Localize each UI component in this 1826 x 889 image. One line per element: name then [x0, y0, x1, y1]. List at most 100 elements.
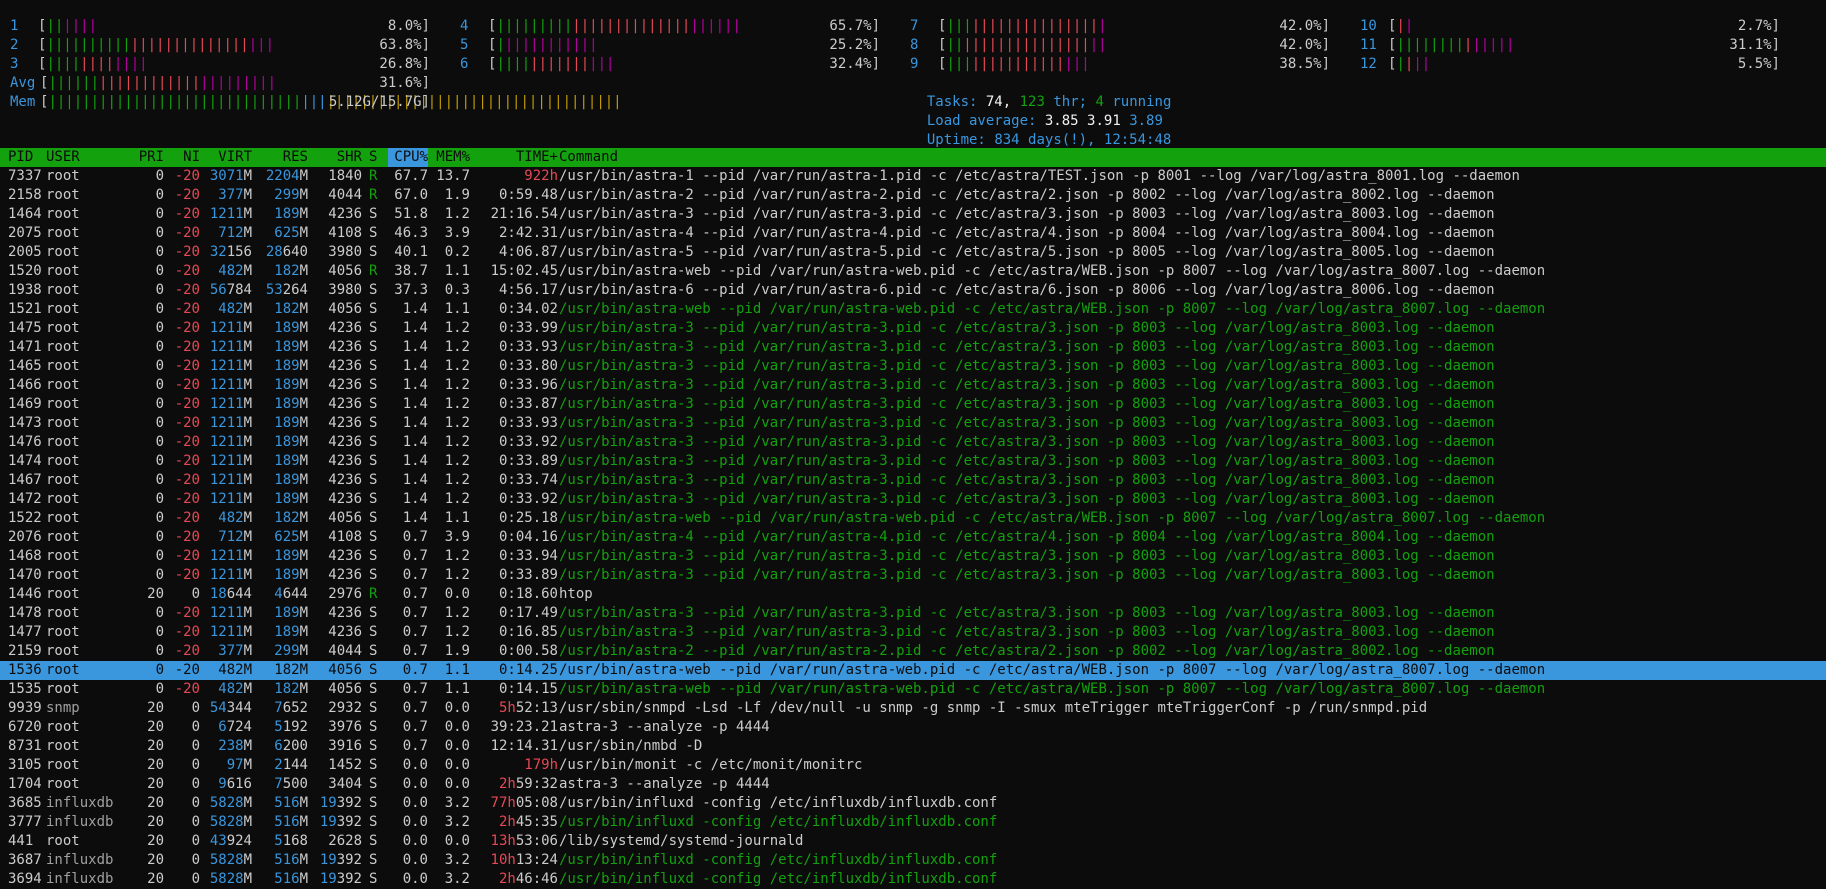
process-row[interactable]: 1536 root 0 -20 482M 182M 4056 S 0.7 1.1 0:14.25/u… — [0, 661, 1826, 680]
process-row[interactable]: 1465 root 0 -20 1211M 189M 4236 S 1.4 1.2 0:33.80/… — [0, 357, 1826, 376]
process-row[interactable]: 1704 root 20 0 9616 7500 3404 S 0.0 0.0 2h59:32 ast… — [0, 775, 1826, 794]
cell-res: 189M — [274, 358, 308, 374]
cell-shr: 4236 — [328, 415, 362, 431]
cell-mem: 1.2 — [444, 434, 470, 450]
cell-virt: 1211M — [209, 472, 252, 488]
process-row[interactable]: 3694 influxdb 20 0 5828M 516M 19392 S 0.0 3.2 2h46… — [0, 870, 1826, 889]
cell-ni: -20 — [174, 624, 200, 640]
tasks-line: Tasks: 74, 123 thr; 4 running — [910, 74, 1172, 110]
process-row[interactable]: 1470 root 0 -20 1211M 189M 4236 S 0.7 1.2 0:33.89/… — [0, 566, 1826, 585]
process-row[interactable]: 2159 root 0 -20 377M 299M 4044 S 0.7 1.9 0:00.58/u… — [0, 642, 1826, 661]
column-header-virt[interactable]: VIRT — [200, 148, 252, 167]
process-row[interactable]: 1473 root 0 -20 1211M 189M 4236 S 1.4 1.2 0:33.93/… — [0, 414, 1826, 433]
process-row[interactable]: 1476 root 0 -20 1211M 189M 4236 S 1.4 1.2 0:33.92/… — [0, 433, 1826, 452]
process-row[interactable]: 1474 root 0 -20 1211M 189M 4236 S 1.4 1.2 0:33.89/… — [0, 452, 1826, 471]
cell-cpu: 0.0 — [402, 852, 428, 868]
cell-pri: 0 — [155, 244, 164, 260]
cell-cmd: /usr/bin/influxd -config /etc/influxdb/i… — [559, 852, 998, 868]
column-header-pri[interactable]: PRI — [120, 148, 164, 167]
column-header-user[interactable]: USER — [46, 148, 126, 167]
process-row[interactable]: 3777 influxdb 20 0 5828M 516M 19392 S 0.0 3.2 2h45… — [0, 813, 1826, 832]
cell-cpu: 0.7 — [402, 567, 428, 583]
cell-cpu: 0.7 — [402, 719, 428, 735]
cell-pid: 6720 — [8, 719, 42, 735]
meter-5: 5 [|||||||||||| 25.2%] — [460, 36, 880, 55]
column-header-command[interactable]: Command — [559, 148, 1819, 167]
process-row[interactable]: 1464 root 0 -20 1211M 189M 4236 S 51.8 1.2 21:16.5… — [0, 205, 1826, 224]
column-header-shr[interactable]: SHR — [310, 148, 362, 167]
cell-mem: 0.0 — [444, 833, 470, 849]
column-header-time[interactable]: TIME+ — [472, 148, 558, 167]
cell-cpu: 0.0 — [402, 871, 428, 887]
process-row[interactable]: 7337 root 0 -20 3071M 2204M 1840 R 67.7 13.7 922h /… — [0, 167, 1826, 186]
cell-cpu: 0.7 — [402, 529, 428, 545]
process-row[interactable]: 1467 root 0 -20 1211M 189M 4236 S 1.4 1.2 0:33.74/… — [0, 471, 1826, 490]
cell-ni: -20 — [174, 567, 200, 583]
cell-user: root — [46, 472, 80, 488]
cell-s: S — [369, 700, 378, 716]
process-row[interactable]: 1477 root 0 -20 1211M 189M 4236 S 0.7 1.2 0:16.85/… — [0, 623, 1826, 642]
cell-time: 0:59.48 — [498, 187, 558, 203]
process-row[interactable]: 1466 root 0 -20 1211M 189M 4236 S 1.4 1.2 0:33.96/… — [0, 376, 1826, 395]
meter-2: 2 [||||||||||||||||||||||||||| 63.8%] — [10, 36, 430, 55]
process-row[interactable]: 2158 root 0 -20 377M 299M 4044 R 67.0 1.9 0:59.48/… — [0, 186, 1826, 205]
cell-pid: 1938 — [8, 282, 42, 298]
process-row[interactable]: 1468 root 0 -20 1211M 189M 4236 S 0.7 1.2 0:33.94/… — [0, 547, 1826, 566]
process-row[interactable]: 8731 root 20 0 238M 6200 3916 S 0.7 0.0 12:14.31/u… — [0, 737, 1826, 756]
process-row[interactable]: 1938 root 0 -20 56784 53264 3980 S 37.3 0.3 4:56.1… — [0, 281, 1826, 300]
process-row[interactable]: 2076 root 0 -20 712M 625M 4108 S 0.7 3.9 0:04.16/u… — [0, 528, 1826, 547]
cell-time: 0:33.87 — [498, 396, 558, 412]
cell-time: 15:02.45 — [490, 263, 558, 279]
process-row[interactable]: 1472 root 0 -20 1211M 189M 4236 S 1.4 1.2 0:33.92/… — [0, 490, 1826, 509]
cell-pid: 1471 — [8, 339, 42, 355]
process-row[interactable]: 9939 snmp 20 0 54344 7652 2932 S 0.7 0.0 5h52:13/u… — [0, 699, 1826, 718]
process-row[interactable]: 1522 root 0 -20 482M 182M 4056 S 1.4 1.1 0:25.18/u… — [0, 509, 1826, 528]
cell-cpu: 0.7 — [402, 700, 428, 716]
cell-pid: 1478 — [8, 605, 42, 621]
process-row[interactable]: 3685 influxdb 20 0 5828M 516M 19392 S 0.0 3.2 77h0… — [0, 794, 1826, 813]
cell-virt: 43924 — [209, 833, 252, 849]
column-header-s[interactable]: S — [369, 148, 381, 167]
process-row[interactable]: 1471 root 0 -20 1211M 189M 4236 S 1.4 1.2 0:33.93/… — [0, 338, 1826, 357]
process-row[interactable]: 1469 root 0 -20 1211M 189M 4236 S 1.4 1.2 0:33.87/… — [0, 395, 1826, 414]
process-row[interactable]: 1478 root 0 -20 1211M 189M 4236 S 0.7 1.2 0:17.49/… — [0, 604, 1826, 623]
cell-virt: 56784 — [209, 282, 252, 298]
process-row[interactable]: 2005 root 0 -20 32156 28640 3980 S 40.1 0.2 4:06.8… — [0, 243, 1826, 262]
cell-s: R — [369, 187, 378, 203]
cell-pid: 1466 — [8, 377, 42, 393]
cell-time: 0:33.92 — [498, 434, 558, 450]
cell-res: 299M — [274, 187, 308, 203]
column-header-cpu[interactable]: CPU% — [388, 148, 428, 167]
cell-virt: 6724 — [218, 719, 252, 735]
process-row[interactable]: 3687 influxdb 20 0 5828M 516M 19392 S 0.0 3.2 10h1… — [0, 851, 1826, 870]
cell-mem: 1.2 — [444, 453, 470, 469]
cell-ni: -20 — [174, 396, 200, 412]
process-row[interactable]: 1521 root 0 -20 482M 182M 4056 S 1.4 1.1 0:34.02/u… — [0, 300, 1826, 319]
cell-virt: 32156 — [209, 244, 252, 260]
process-row[interactable]: 1535 root 0 -20 482M 182M 4056 S 0.7 1.1 0:14.15/u… — [0, 680, 1826, 699]
process-row[interactable]: 441 root 20 0 43924 5168 2628 S 0.0 0.0 13h53:06/l… — [0, 832, 1826, 851]
cell-pid: 1476 — [8, 434, 42, 450]
process-row[interactable]: 1446 root 20 0 18644 4644 2976 R 0.7 0.0 0:18.60 ht… — [0, 585, 1826, 604]
cell-shr: 4236 — [328, 320, 362, 336]
column-header-ni[interactable]: NI — [166, 148, 200, 167]
cell-mem: 1.1 — [444, 510, 470, 526]
meter-open-bracket: [ — [1388, 18, 1397, 34]
column-header-pid[interactable]: PID — [8, 148, 38, 167]
cell-ni: -20 — [174, 320, 200, 336]
cell-s: S — [369, 795, 378, 811]
cell-res: 182M — [274, 681, 308, 697]
meter-8: 8 [||||||||||||||||||| 42.0%] — [910, 36, 1330, 55]
process-row[interactable]: 3105 root 20 0 97M 2144 1452 S 0.0 0.0 179h/usr/bi… — [0, 756, 1826, 775]
column-header-mem[interactable]: MEM% — [430, 148, 470, 167]
column-header-res[interactable]: RES — [254, 148, 308, 167]
process-row[interactable]: 1520 root 0 -20 482M 182M 4056 R 38.7 1.1 15:02.45… — [0, 262, 1826, 281]
cell-mem: 0.0 — [444, 776, 470, 792]
cell-pri: 0 — [155, 187, 164, 203]
cell-cpu: 0.0 — [402, 757, 428, 773]
process-row[interactable]: 1475 root 0 -20 1211M 189M 4236 S 1.4 1.2 0:33.99/… — [0, 319, 1826, 338]
process-row[interactable]: 6720 root 20 0 6724 5192 3976 S 0.7 0.0 39:23.21 as… — [0, 718, 1826, 737]
cell-cmd: /usr/bin/astra-3 --pid /var/run/astra-3.… — [559, 377, 1495, 393]
cell-mem: 1.2 — [444, 320, 470, 336]
process-row[interactable]: 2075 root 0 -20 712M 625M 4108 S 46.3 3.9 2:42.31/… — [0, 224, 1826, 243]
